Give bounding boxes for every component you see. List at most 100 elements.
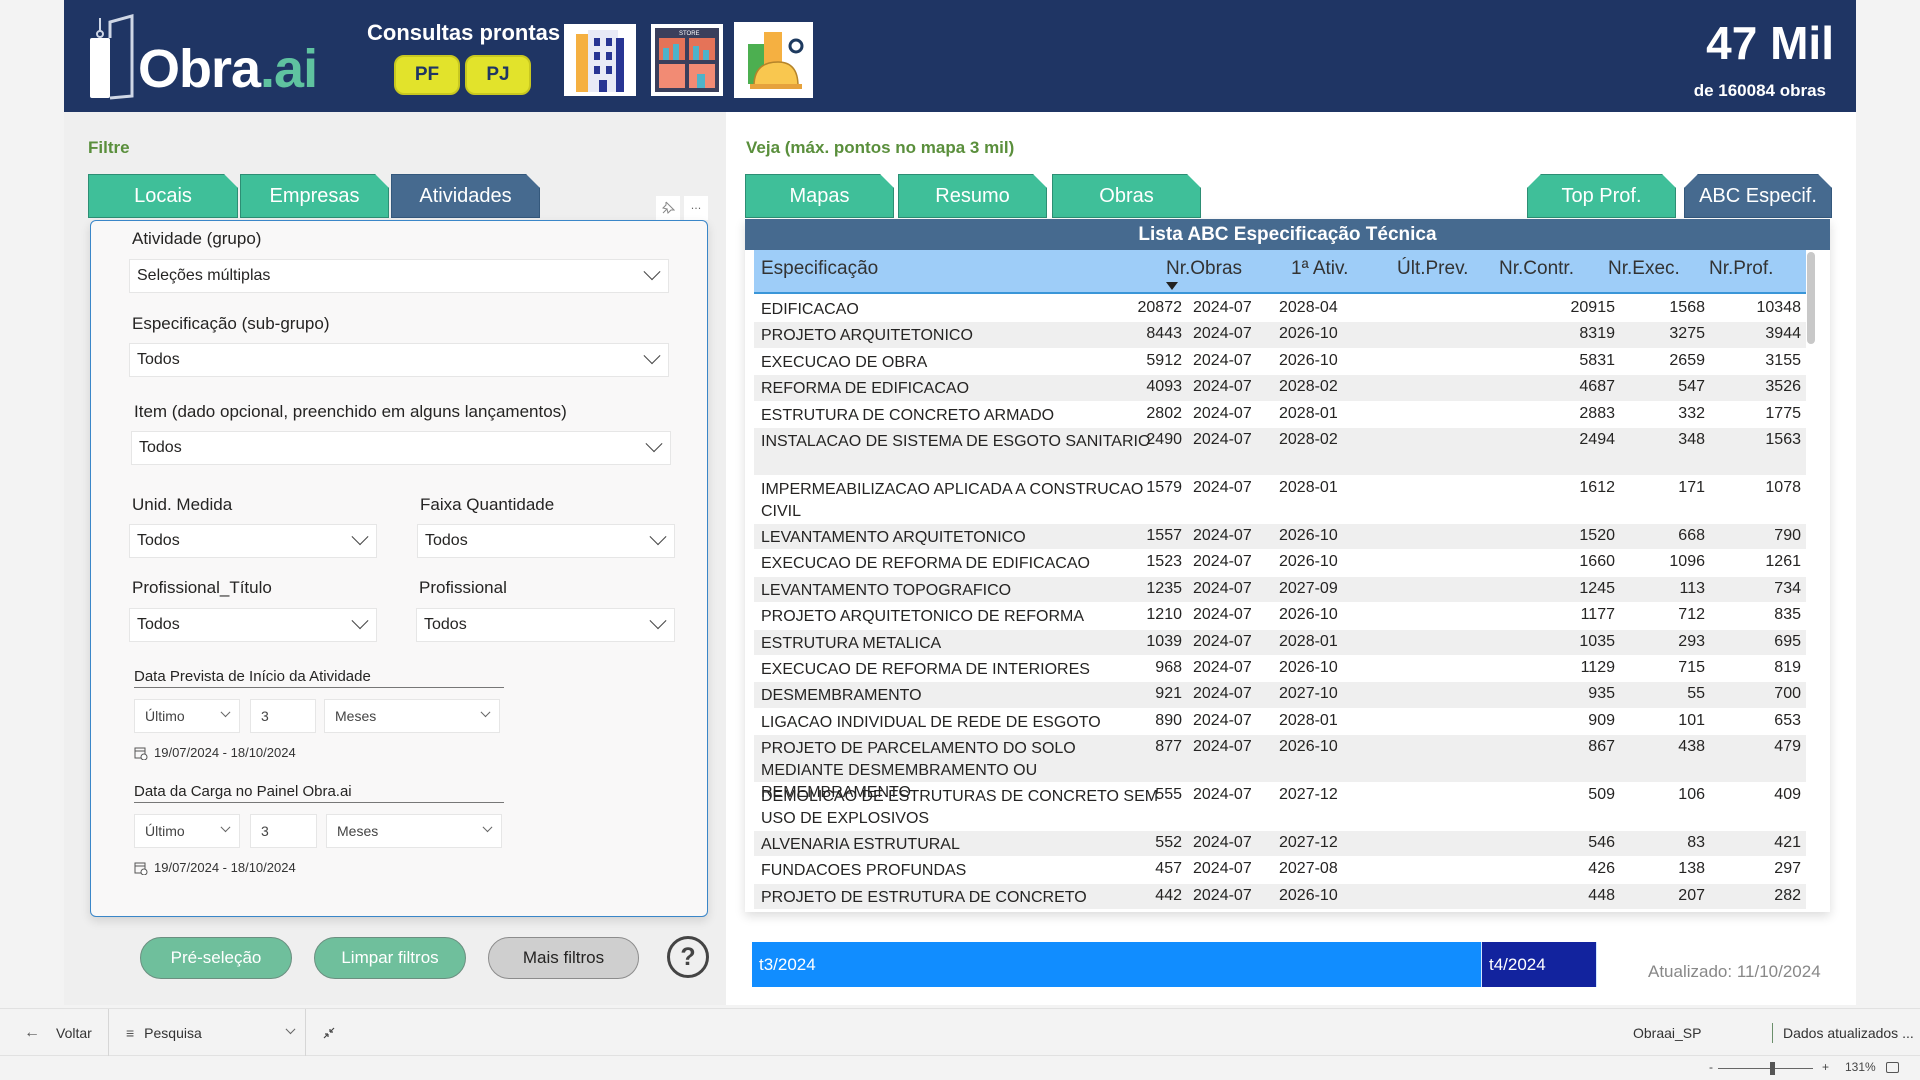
table-row[interactable]: REFORMA DE EDIFICACAO 4093 2024-07 2028-02 4… <box>754 375 1806 402</box>
period-segment-t4-2024[interactable]: t4/2024 <box>1482 942 1597 987</box>
tab-locais[interactable]: Locais <box>88 174 238 218</box>
especificacao-dropdown[interactable]: Todos <box>129 343 669 377</box>
calendar-clock-icon <box>134 747 148 760</box>
cell-ult-prev: 2027-12 <box>1279 834 1338 852</box>
data-prevista-mode-dropdown[interactable]: Último <box>134 699 240 733</box>
limpar-filtros-button[interactable]: Limpar filtros <box>314 937 466 979</box>
table-row[interactable]: ESTRUTURA DE CONCRETO ARMADO 2802 2024-07 2… <box>754 402 1806 428</box>
cell-ult-prev: 2028-01 <box>1279 711 1338 729</box>
pin-icon[interactable] <box>656 196 680 220</box>
table-row[interactable]: FUNDACOES PROFUNDAS 457 2024-07 2027-08 426 1… <box>754 857 1806 884</box>
table-row[interactable]: PROJETO DE PARCELAMENTO DO SOLO MEDIANTE… <box>754 735 1806 801</box>
chevron-down-icon <box>220 821 231 832</box>
profissional-dropdown[interactable]: Todos <box>416 608 675 642</box>
filter-container: Atividade (grupo) Seleções múltiplas Esp… <box>90 220 708 917</box>
period-segment-t3-2024[interactable]: t3/2024 <box>752 942 1482 987</box>
zoom-slider-thumb[interactable] <box>1770 1062 1775 1075</box>
tab-top-prof[interactable]: Top Prof. <box>1527 174 1676 218</box>
building-icon[interactable] <box>564 24 636 96</box>
item-dropdown[interactable]: Todos <box>131 431 671 465</box>
calendar-clock-icon <box>134 862 148 875</box>
collapse-icon[interactable] <box>322 1009 336 1057</box>
column-header-nr-obras[interactable]: Nr.Obras <box>1166 258 1242 280</box>
table-row[interactable]: LIGACAO INDIVIDUAL DE REDE DE ESGOTO 890 2… <box>754 709 1806 736</box>
cell-nr-contr: 8319 <box>1579 325 1615 343</box>
table-row[interactable]: PROJETO DE ESTRUTURA DE CONCRETO 442 2024-… <box>754 883 1806 911</box>
logo-text: Obra.ai <box>138 39 318 99</box>
cell-ult-prev: 2028-02 <box>1279 378 1338 396</box>
table-row[interactable]: EXECUCAO DE REFORMA DE EDIFICACAO 1523 202… <box>754 550 1806 577</box>
mais-filtros-button[interactable]: Mais filtros <box>488 937 639 979</box>
more-options-icon[interactable]: ··· <box>684 196 708 220</box>
table-body: EDIFICACAO 20872 2024-07 2028-04 20915 1568 10… <box>754 296 1806 912</box>
chevron-down-icon <box>351 612 369 630</box>
data-prevista-unit-dropdown[interactable]: Meses <box>324 699 500 733</box>
table-row[interactable]: INSTALACAO DE SISTEMA DE ESGOTO SANITARI… <box>754 427 1806 476</box>
help-icon[interactable]: ? <box>667 936 709 978</box>
data-prevista-mode-value: Último <box>145 708 185 724</box>
data-carga-unit-dropdown[interactable]: Meses <box>326 814 502 848</box>
column-header-nr-exec[interactable]: Nr.Exec. <box>1608 258 1680 280</box>
tab-mapas[interactable]: Mapas <box>745 174 894 218</box>
table-row[interactable]: DESMEMBRAMENTO 921 2024-07 2027-10 935 55 700 <box>754 682 1806 709</box>
back-button[interactable]: ← Voltar <box>24 1009 92 1057</box>
profissional-label: Profissional <box>419 578 507 597</box>
data-prevista-count-input[interactable]: 3 <box>250 699 316 733</box>
data-carga-mode-dropdown[interactable]: Último <box>134 814 240 848</box>
cell-nr-obras: 2490 <box>1146 430 1182 448</box>
cell-especificacao: DESMEMBRAMENTO <box>761 687 922 705</box>
column-header-nr-contr[interactable]: Nr.Contr. <box>1499 258 1574 280</box>
table-row[interactable]: OBRAS DE TERRA4282024-072028-01431146327 <box>754 910 1806 912</box>
pf-button[interactable]: PF <box>394 55 460 95</box>
data-carga-range: 19/07/2024 - 18/10/2024 <box>134 860 296 875</box>
zoom-slider-track[interactable] <box>1718 1068 1813 1069</box>
faixa-quantidade-dropdown[interactable]: Todos <box>417 524 675 558</box>
cell-ult-prev: 2027-08 <box>1279 860 1338 878</box>
construction-gear-icon[interactable] <box>734 22 813 98</box>
tab-empresas[interactable]: Empresas <box>240 174 389 218</box>
column-header-ult-prev[interactable]: Últ.Prev. <box>1397 258 1468 280</box>
tab-atividades[interactable]: Atividades <box>391 174 540 218</box>
table-row[interactable]: ESTRUTURA METALICA 1039 2024-07 2028-01 1035… <box>754 629 1806 656</box>
cell-primeira-ativ: 2024-07 <box>1193 685 1252 703</box>
data-carga-count-input[interactable]: 3 <box>250 814 317 848</box>
chevron-down-icon <box>643 263 661 281</box>
tab-obras[interactable]: Obras <box>1052 174 1201 218</box>
cell-nr-obras: 1039 <box>1146 632 1182 650</box>
column-header-primeira-ativ[interactable]: 1ª Ativ. <box>1291 258 1348 280</box>
pj-button[interactable]: PJ <box>465 55 531 95</box>
data-refresh-status[interactable]: Dados atualizados ... <box>1783 1009 1914 1057</box>
table-row[interactable]: IMPERMEABILIZACAO APLICADA A CONSTRUCAO … <box>754 476 1806 524</box>
cell-nr-exec: 113 <box>1679 579 1705 597</box>
table-row[interactable]: LEVANTAMENTO TOPOGRAFICO 1235 2024-07 2027-… <box>754 576 1806 604</box>
table-row[interactable]: LEVANTAMENTO ARQUITETONICO 1557 2024-07 202… <box>754 523 1806 551</box>
unid-medida-dropdown[interactable]: Todos <box>129 524 377 558</box>
profissional-titulo-dropdown[interactable]: Todos <box>129 608 377 642</box>
zoom-out-button[interactable]: - <box>1709 1060 1713 1074</box>
chevron-down-icon <box>480 706 491 717</box>
cell-nr-exec: 715 <box>1678 658 1705 676</box>
table-row[interactable]: EDIFICACAO 20872 2024-07 2028-04 20915 1568 10… <box>754 296 1806 323</box>
zoom-in-button[interactable]: + <box>1822 1060 1829 1074</box>
cell-primeira-ativ: 2024-07 <box>1193 299 1252 316</box>
column-header-especificacao[interactable]: Especificação <box>761 258 878 280</box>
cell-especificacao: LEVANTAMENTO TOPOGRAFICO <box>761 581 1012 599</box>
page-navigator-dropdown[interactable]: ≡ Pesquisa <box>126 1009 296 1057</box>
atividade-dropdown[interactable]: Seleções múltiplas <box>129 259 669 293</box>
menu-lines-icon: ≡ <box>126 1025 135 1041</box>
tab-abc-especif[interactable]: ABC Especif. <box>1684 174 1832 218</box>
table-scrollbar[interactable] <box>1807 252 1815 344</box>
table-row[interactable]: PROJETO ARQUITETONICO 8443 2024-07 2026-10 8… <box>754 322 1806 349</box>
cell-nr-prof: 790 <box>1774 526 1801 544</box>
table-row[interactable]: DEMOLICAO DE ESTRUTURAS DE CONCRETO SEM … <box>754 783 1806 832</box>
store-icon[interactable]: STORE <box>651 24 723 96</box>
cell-nr-obras: 457 <box>1155 860 1182 878</box>
table-row[interactable]: ALVENARIA ESTRUTURAL 552 2024-07 2027-12 546… <box>754 831 1806 858</box>
fit-to-page-icon[interactable] <box>1886 1062 1899 1073</box>
pre-selecao-button[interactable]: Pré-seleção <box>140 937 292 979</box>
tab-resumo[interactable]: Resumo <box>898 174 1047 218</box>
table-row[interactable]: PROJETO ARQUITETONICO DE REFORMA 1210 2024… <box>754 603 1806 630</box>
column-header-nr-prof[interactable]: Nr.Prof. <box>1709 258 1773 280</box>
table-row[interactable]: EXECUCAO DE OBRA 5912 2024-07 2026-10 5831 26… <box>754 349 1806 376</box>
table-row[interactable]: EXECUCAO DE REFORMA DE INTERIORES 968 2024… <box>754 656 1806 683</box>
